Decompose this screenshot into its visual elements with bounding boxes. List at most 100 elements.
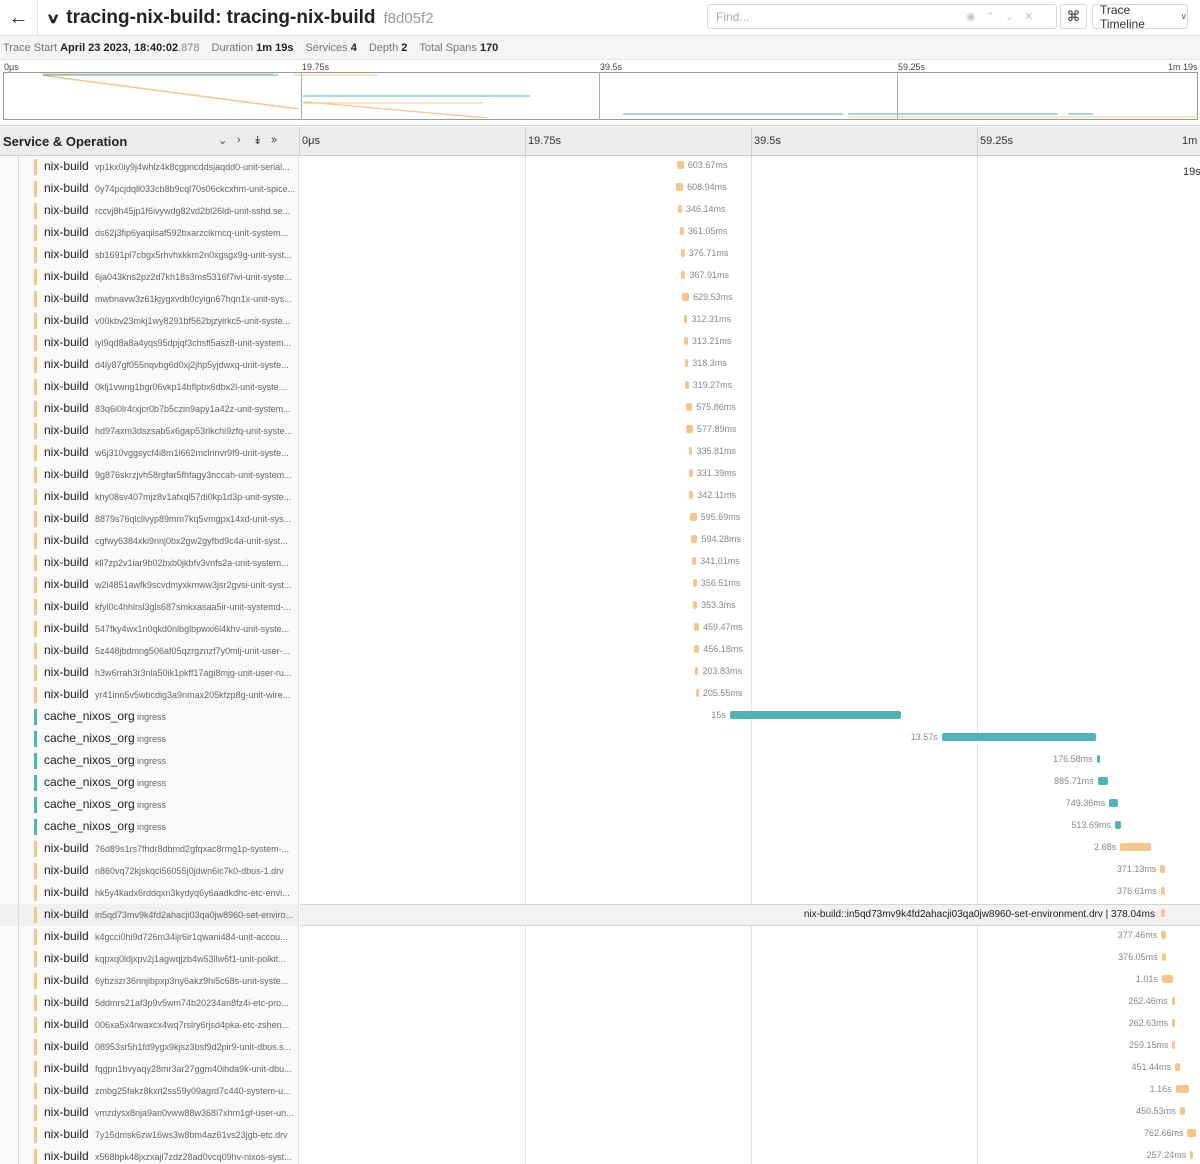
span-bar[interactable]: [1172, 1041, 1176, 1049]
span-row-label[interactable]: nix-build sb1691pl7cbgx5rhvhxkkm2n0xgsgx9…: [0, 244, 299, 266]
span-row-label[interactable]: nix-build n860vq72kjskqci56055j0jdwn6ic7k…: [0, 860, 299, 882]
span-bar[interactable]: [729, 711, 901, 719]
collapse-one-icon[interactable]: ⌄: [218, 134, 227, 147]
trace-title-toggle[interactable]: ∨ tracing-nix-build: tracing-nix-build f…: [46, 4, 434, 32]
span-row-label[interactable]: nix-build vp1kx0iy9j4whlz4k8cgpncddsjaqdd…: [0, 156, 299, 178]
span-bar[interactable]: [684, 381, 689, 389]
locate-icon[interactable]: ◉: [966, 10, 976, 23]
span-row-label[interactable]: nix-build 8879s76qlcllvyp89mm7kq5vmgpx14x…: [0, 508, 299, 530]
span-row-label[interactable]: nix-build v00kbv23mkj1wy8291bf562bjzyirkc…: [0, 310, 299, 332]
span-bar[interactable]: [692, 579, 697, 587]
span-row[interactable]: nix-build d4ly87gf055nqvbg6d0xj2jhp5yjdwx…: [0, 354, 1200, 376]
span-row-label[interactable]: nix-build kfyl0c4hhlrsl3gls687smkxasaa5ir…: [0, 596, 299, 618]
span-row-label[interactable]: cache_nixos_org ingress: [0, 706, 299, 728]
span-row[interactable]: nix-build vmzdysx8nja9an0vww88w368l7xhm1g…: [0, 1102, 1200, 1124]
span-row[interactable]: nix-build v00kbv23mkj1wy8291bf562bjzyirkc…: [0, 310, 1200, 332]
span-row-label[interactable]: nix-build rccvj8h45jp1f6ivywdg82vd2bl26ld…: [0, 200, 299, 222]
span-row[interactable]: nix-build iyl9qd8a8a4yqs95dpjqf3chsfl5asz…: [0, 332, 1200, 354]
span-row-label[interactable]: cache_nixos_org ingress: [0, 728, 299, 750]
span-row-label[interactable]: nix-build 08953sr5h1fd9ygx9kjsz3bsf9d2pir…: [0, 1036, 299, 1058]
span-bar[interactable]: [693, 623, 699, 631]
span-bar[interactable]: [690, 535, 698, 543]
span-row-label[interactable]: nix-build h3w6rrah3r3nla50ik1pkff17agi8mj…: [0, 662, 299, 684]
span-row-label[interactable]: nix-build d4ly87gf055nqvbg6d0xj2jhp5yjdwx…: [0, 354, 299, 376]
span-row-label[interactable]: nix-build 547fky4wx1n0qkd0nlbglbpwxi6l4kh…: [0, 618, 299, 640]
span-bar[interactable]: [1171, 997, 1175, 1005]
span-bar[interactable]: [689, 513, 697, 521]
span-row[interactable]: nix-build w2i4851awfk9scvdmyxkmww3jsr2gvs…: [0, 574, 1200, 596]
span-row-label[interactable]: nix-build w6j310vggsycf4i8m1l662mclnnvr9f…: [0, 442, 299, 464]
span-row-label[interactable]: nix-build 0klj1vwng1bgr06vkp14bflpbx6dbx2…: [0, 376, 299, 398]
span-bar[interactable]: [1174, 1063, 1181, 1071]
span-row[interactable]: nix-build sb1691pl7cbgx5rhvhxkkm2n0xgsgx9…: [0, 244, 1200, 266]
span-row-label[interactable]: nix-build 006xa5x4rwaxcx4wq7rslry6rjsd4pk…: [0, 1014, 299, 1036]
expand-one-icon[interactable]: ›: [237, 134, 241, 146]
span-row-label[interactable]: nix-build hd97axm3dszsab5x6gap53rlkchi9zf…: [0, 420, 299, 442]
span-row-label[interactable]: cache_nixos_org ingress: [0, 772, 299, 794]
keyboard-shortcuts-button[interactable]: ⌘: [1060, 4, 1087, 29]
span-row-label[interactable]: nix-build yr41inn5v5wbcdig3a9nmax205kfzp8…: [0, 684, 299, 706]
span-row[interactable]: nix-build 5ddmrs21af3p9v5wm74b20234an8fz4…: [0, 992, 1200, 1014]
span-bar[interactable]: [676, 183, 684, 191]
span-bar[interactable]: [681, 271, 686, 279]
span-row-label[interactable]: nix-build w2i4851awfk9scvdmyxkmww3jsr2gvs…: [0, 574, 299, 596]
span-row[interactable]: nix-build w6j310vggsycf4i8m1l662mclnnvr9f…: [0, 442, 1200, 464]
span-row[interactable]: nix-build vp1kx0iy9j4whlz4k8cgpncddsjaqdd…: [0, 156, 1200, 178]
header-divider[interactable]: [299, 127, 300, 156]
find-input[interactable]: [716, 9, 956, 24]
span-row[interactable]: nix-build 0y74pcjdqll033cb8b9cql70s06ckcx…: [0, 178, 1200, 200]
span-row[interactable]: nix-build x568bpk48jxzxajl7zdz28ad0vcq09h…: [0, 1146, 1200, 1164]
span-row-label[interactable]: nix-build khy08sv407mjz8v1afxql57di0kp1d3…: [0, 486, 299, 508]
span-row-label[interactable]: nix-build hk5y4kadx6rddqxn3kydyq6y6aadkdh…: [0, 882, 299, 904]
span-bar[interactable]: [1120, 843, 1151, 851]
span-row[interactable]: nix-build 83q6i0lr4rxjcr0b7b5czin9apy1a42…: [0, 398, 1200, 420]
span-row[interactable]: cache_nixos_org ingress 176.58ms: [0, 750, 1200, 772]
span-row[interactable]: nix-build fqgpn1bvyaqy28mr3ar27ggm40ihda9…: [0, 1058, 1200, 1080]
collapse-all-icon[interactable]: ↡: [253, 134, 262, 147]
span-bar[interactable]: [685, 403, 693, 411]
expand-all-icon[interactable]: »: [271, 134, 277, 146]
span-row[interactable]: nix-build rccvj8h45jp1f6ivywdg82vd2bl26ld…: [0, 200, 1200, 222]
span-row[interactable]: nix-build 0klj1vwng1bgr06vkp14bflpbx6dbx2…: [0, 376, 1200, 398]
span-row-label[interactable]: nix-build 76d89s1rs7fhdr8dbmd2gfqxac8rmg1…: [0, 838, 299, 860]
span-row[interactable]: nix-build cgfwy6384xki9nnj0bx2gw2gyfbd9c4…: [0, 530, 1200, 552]
span-row[interactable]: nix-build kll7zp2v1iar9b02bxb0jkbfv3vnfs2…: [0, 552, 1200, 574]
span-bar[interactable]: [679, 227, 684, 235]
span-bar[interactable]: [1097, 777, 1108, 785]
span-bar[interactable]: [941, 733, 1097, 741]
span-row[interactable]: nix-build n860vq72kjskqci56055j0jdwn6ic7k…: [0, 860, 1200, 882]
span-bar[interactable]: [683, 315, 688, 323]
span-row[interactable]: nix-build 76d89s1rs7fhdr8dbmd2gfqxac8rmg1…: [0, 838, 1200, 860]
span-bar[interactable]: [684, 359, 689, 367]
span-row-label[interactable]: cache_nixos_org ingress: [0, 816, 299, 838]
span-row[interactable]: nix-build 006xa5x4rwaxcx4wq7rslry6rjsd4pk…: [0, 1014, 1200, 1036]
span-bar[interactable]: [1096, 755, 1100, 763]
span-bar[interactable]: [688, 469, 693, 477]
span-row[interactable]: nix-build kqpxq0ldjxpv2j1agwqjzb4w53llw6f…: [0, 948, 1200, 970]
span-row-label[interactable]: nix-build zmbg25fakz8kxri2ss59y09agrd7c44…: [0, 1080, 299, 1102]
span-row-label[interactable]: nix-build fqgpn1bvyaqy28mr3ar27ggm40ihda9…: [0, 1058, 299, 1080]
span-row-label[interactable]: nix-build 6ja043kns2pz2d7kh18s3ms5316f7iv…: [0, 266, 299, 288]
span-row[interactable]: nix-build kfyl0c4hhlrsl3gls687smkxasaa5ir…: [0, 596, 1200, 618]
span-bar[interactable]: [1190, 1151, 1194, 1159]
span-bar[interactable]: [681, 293, 690, 301]
chevron-up-icon[interactable]: ⌃: [986, 10, 995, 23]
span-bar[interactable]: [1160, 865, 1165, 873]
span-bar[interactable]: [1114, 821, 1121, 829]
span-row-label[interactable]: nix-build 7y15dmsk6zw16ws3w8bm4az61vs23jg…: [0, 1124, 299, 1146]
span-row-label[interactable]: nix-build x568bpk48jxzxajl7zdz28ad0vcq09h…: [0, 1146, 299, 1164]
span-bar[interactable]: [695, 667, 699, 675]
span-bar[interactable]: [1161, 953, 1166, 961]
span-row-label[interactable]: nix-build 83q6i0lr4rxjcr0b7b5czin9apy1a42…: [0, 398, 299, 420]
span-row-label[interactable]: nix-build ds62j3fip6yaqiisaf592bxarzcikmc…: [0, 222, 299, 244]
span-row[interactable]: nix-build mwbnavw3z61kjygxvdb0cyign67hqn1…: [0, 288, 1200, 310]
span-bar[interactable]: [1172, 1019, 1176, 1027]
span-bar[interactable]: [694, 645, 700, 653]
span-bar[interactable]: [676, 161, 684, 169]
span-row[interactable]: cache_nixos_org ingress 749.36ms: [0, 794, 1200, 816]
span-row-label[interactable]: nix-build 5ddmrs21af3p9v5wm74b20234an8fz4…: [0, 992, 299, 1014]
span-row[interactable]: nix-build hk5y4kadx6rddqxn3kydyq6y6aadkdh…: [0, 882, 1200, 904]
span-row[interactable]: nix-build 9g876skrzjvh58rgfar5fhfagy3ncca…: [0, 464, 1200, 486]
span-bar[interactable]: [689, 491, 694, 499]
trace-minimap[interactable]: 0μs 19.75s 39.5s 59.25s 1m 19s: [0, 60, 1200, 126]
